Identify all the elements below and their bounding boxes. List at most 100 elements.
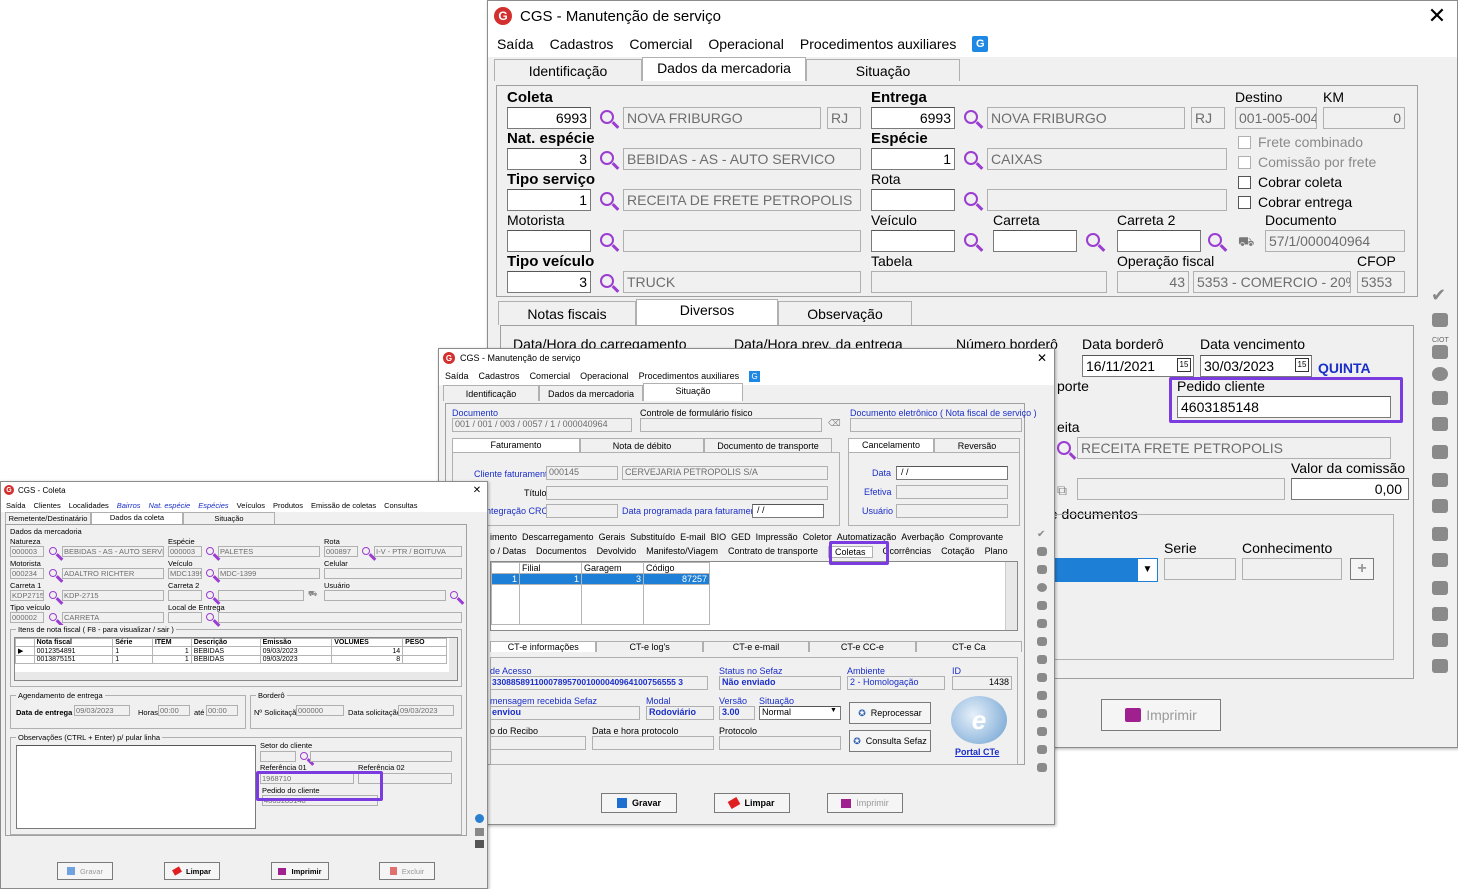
menu-cadastros[interactable]: Cadastros [550,36,614,52]
detail-tab[interactable]: Coletor [803,532,832,542]
comissao-checkbox[interactable] [1238,156,1251,169]
tool-icon[interactable] [1432,473,1448,487]
gravar-button[interactable]: Gravar [57,862,113,880]
tool-icon[interactable] [1432,659,1448,673]
motorista-search-icon[interactable] [600,233,614,247]
menu-item[interactable]: Emissão de coletas [311,501,376,510]
app-g-icon[interactable]: G [972,36,989,52]
natesp-search-icon[interactable] [600,151,614,165]
subtab-notas-fiscais[interactable]: Notas fiscais [498,301,636,325]
tool-icon[interactable] [1037,637,1047,646]
menu-item[interactable]: Espécies [198,501,228,510]
detail-tab[interactable]: BIO [711,532,727,542]
dropdown-arrow-icon[interactable]: ▼ [1138,559,1157,581]
reprocessar-button[interactable]: ✪ Reprocessar [849,702,931,724]
tool-icon[interactable] [1037,565,1047,574]
horas1-field[interactable]: 00:00 [158,705,190,716]
cte-tab[interactable]: CT-e CC-e [809,641,916,652]
subtab-doc-transporte[interactable]: Documento de transporte [704,438,832,452]
veiculo-search-icon[interactable] [964,233,978,247]
subtab-reversao[interactable]: Reversão [934,438,1020,452]
cte-tab[interactable]: CT-e Ca [915,641,1023,652]
tool-icon[interactable] [1037,583,1047,592]
local-search-icon[interactable] [206,613,214,621]
column-header[interactable]: ITEM [151,638,192,647]
detail-tab[interactable]: Manifesto/Viagem [646,546,718,558]
tab-dados-coleta[interactable]: Dados da coleta [91,512,183,524]
subtab-nota-debito[interactable]: Nota de débito [580,438,704,452]
menu-operacional[interactable]: Operacional [708,36,784,52]
tool-icon[interactable] [1432,313,1448,327]
carreta2-search-icon[interactable] [206,591,214,599]
grid-header[interactable]: Filial [519,562,582,574]
check-icon[interactable]: ✔ [1431,285,1446,306]
tool-icon[interactable] [1432,367,1448,381]
entrega-search-icon[interactable] [964,110,978,124]
menu-item[interactable]: Bairros [117,501,141,510]
frete-combinado-checkbox[interactable] [1238,136,1251,149]
close-icon[interactable]: ✕ [1417,3,1457,29]
detail-tab[interactable]: Comprovante [949,532,1003,542]
conhec-field[interactable] [1242,558,1342,580]
tool-icon[interactable] [1432,553,1448,567]
carreta2-search-icon[interactable] [1208,233,1222,247]
grid-header[interactable]: Código [643,562,710,574]
usuario-search-icon[interactable] [450,591,458,599]
menu-item[interactable]: Clientes [34,501,61,510]
situacao-select[interactable]: Normal [759,706,841,720]
menu-operacional[interactable]: Operacional [580,371,629,381]
tool-icon[interactable] [1037,619,1047,628]
side-tool-icon[interactable] [475,814,484,823]
especie-search-icon[interactable] [206,547,214,555]
subtab-cancelamento[interactable]: Cancelamento [848,438,934,452]
app-g-icon[interactable]: G [749,370,761,382]
tab-situacao[interactable]: Situação [643,383,743,401]
detail-tab[interactable]: Gerais [599,532,626,542]
tool-icon[interactable] [1037,727,1047,736]
detail-tab[interactable]: Plano [985,546,1008,558]
tool-icon[interactable] [1432,445,1448,459]
tab-identificacao[interactable]: Identificação [443,385,539,401]
menu-procedimentos[interactable]: Procedimentos auxiliares [639,371,740,381]
cte-tab[interactable]: CT-e e-mail [702,641,810,652]
coleta-search-icon[interactable] [600,110,614,124]
detail-tab[interactable]: Averbação [901,532,944,542]
binoculars-icon[interactable]: ⧉ [1057,482,1067,499]
horas2-field[interactable]: 00:00 [206,705,238,716]
subtab-faturamento[interactable]: Faturamento [452,438,580,452]
menu-item[interactable]: Consultas [384,501,417,510]
column-header[interactable]: Nota fiscal [33,638,114,647]
detail-tab[interactable]: Substituído [630,532,675,542]
excluir-button[interactable]: Excluir [379,862,435,880]
tab-situacao[interactable]: Situação [183,512,275,524]
menu-cadastros[interactable]: Cadastros [479,371,520,381]
detail-tab[interactable]: GED [731,532,751,542]
column-header[interactable]: Série [112,638,153,647]
gravar-button[interactable]: Gravar [601,793,677,813]
tool-icon[interactable] [1037,655,1047,664]
tab-remetente[interactable]: Remetente/Destinatário [5,512,91,524]
calendar-icon[interactable]: 15 [1177,358,1191,372]
rota-search-icon[interactable] [362,547,370,555]
grid-scrollbar[interactable] [449,638,457,672]
grid-scrollbar[interactable] [1005,562,1017,630]
tab-identificacao[interactable]: Identificação [494,59,642,81]
serie-field[interactable] [1164,558,1236,580]
imprimir-button[interactable]: Imprimir [271,862,329,880]
tool-icon[interactable] [1037,709,1047,718]
detail-tab[interactable]: o / Datas [490,546,526,558]
column-header[interactable]: Descrição [190,638,261,647]
especie-search-icon[interactable] [964,151,978,165]
limpar-button[interactable]: Limpar [714,793,790,813]
cobrar-coleta-checkbox[interactable] [1238,176,1251,189]
eraser-icon[interactable]: ⌫ [828,418,841,429]
carreta-code[interactable] [993,230,1077,252]
detail-tab[interactable]: Impressão [756,532,798,542]
tab-dados-mercadoria[interactable]: Dados da mercadoria [642,57,806,81]
tool-icon[interactable] [1432,581,1448,595]
truck-icon[interactable]: ⛟ [1238,234,1254,252]
table-row[interactable]: 0013875151 1 1 BEBIDAS 09/03/2023 8 [15,655,447,664]
tool-icon[interactable] [1432,345,1448,359]
detail-tab[interactable]: E-mail [680,532,706,542]
imprimir-button[interactable]: Imprimir [827,793,903,813]
